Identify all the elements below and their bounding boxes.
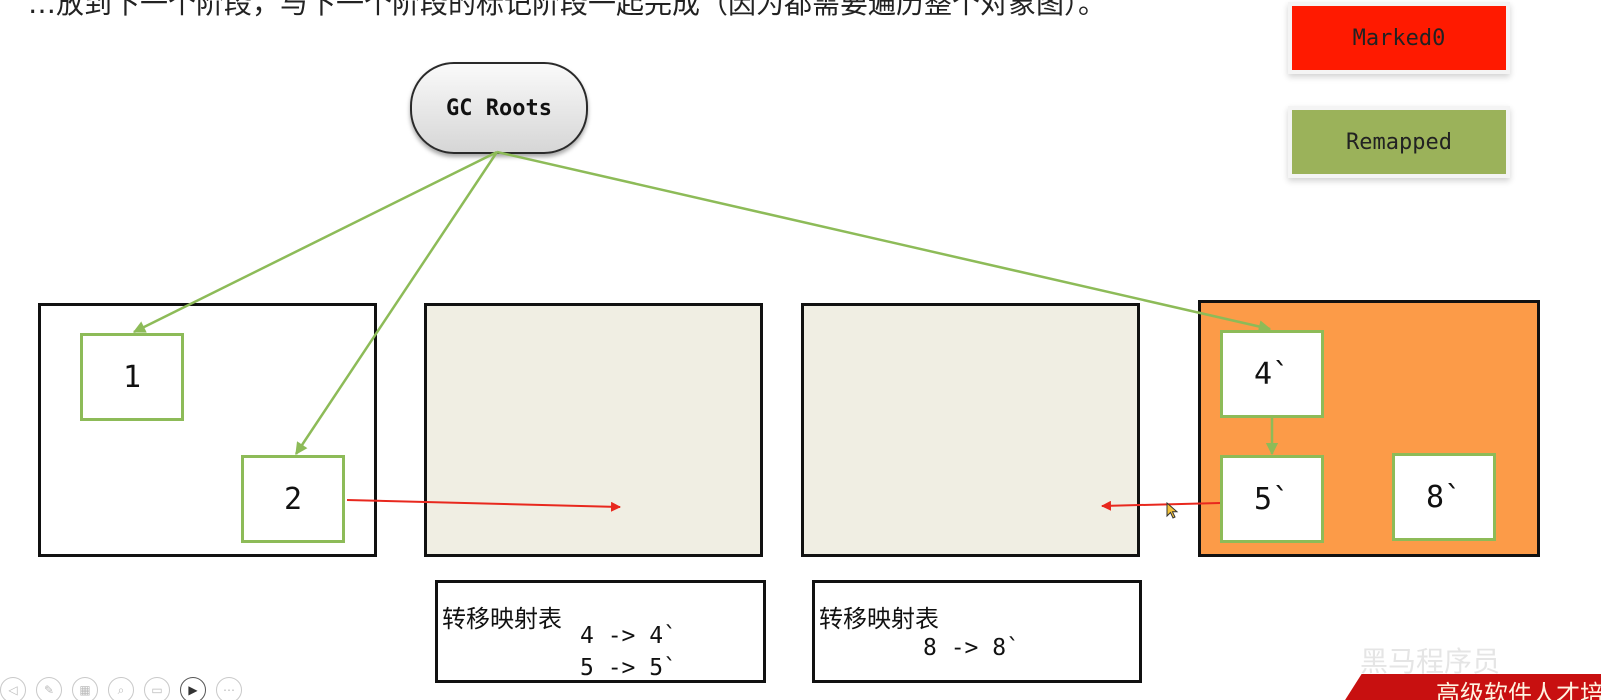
brand-banner-text: 高级软件人才培: [1436, 679, 1601, 700]
object-2-label: 2: [283, 481, 303, 517]
forwarding-table-left: 转移映射表 4 -> 4` 5 -> 5`: [435, 580, 766, 683]
diagram-canvas: …放到下一个阶段，与下一个阶段的标记阶段一起完成（因为都需要遍历整个对象图）。 …: [0, 0, 1601, 700]
presentation-toolbar: ◁ ✎ ▦ ⌕ ▭ ▶ ⋯: [0, 677, 242, 700]
object-5-prime: 5`: [1220, 455, 1324, 543]
object-8-prime: 8`: [1392, 453, 1496, 541]
brand-banner: 高级软件人才培: [1340, 674, 1601, 700]
forwarding-table-right-title: 转移映射表: [819, 605, 939, 633]
forwarding-table-left-row: 4 -> 4`: [580, 623, 677, 649]
forwarding-table-right: 转移映射表 8 -> 8`: [812, 580, 1142, 683]
legend-marked0-label: Marked0: [1352, 25, 1446, 51]
video-icon[interactable]: ▶: [180, 677, 206, 700]
object-4-prime: 4`: [1220, 330, 1324, 418]
zoom-icon[interactable]: ⌕: [108, 677, 134, 700]
save-icon[interactable]: ▦: [72, 677, 98, 700]
object-5-prime-label: 5`: [1253, 481, 1291, 517]
heap-region-2-empty: [424, 303, 763, 557]
gc-roots-node: GC Roots: [410, 62, 588, 154]
forwarding-table-right-row: 8 -> 8`: [923, 635, 1020, 661]
screen-icon[interactable]: ▭: [144, 677, 170, 700]
object-2: 2: [241, 455, 345, 543]
object-1-label: 1: [122, 359, 142, 395]
object-1: 1: [80, 333, 184, 421]
legend-remapped: Remapped: [1292, 110, 1506, 174]
forwarding-table-left-title: 转移映射表: [442, 605, 562, 633]
mouse-cursor-icon: [1166, 502, 1179, 519]
object-4-prime-label: 4`: [1253, 356, 1291, 392]
legend-remapped-label: Remapped: [1346, 129, 1452, 155]
more-icon[interactable]: ⋯: [216, 677, 242, 700]
pen-icon[interactable]: ✎: [36, 677, 62, 700]
gc-roots-label: GC Roots: [446, 95, 552, 121]
clipped-caption: …放到下一个阶段，与下一个阶段的标记阶段一起完成（因为都需要遍历整个对象图）。: [28, 0, 1107, 20]
object-8-prime-label: 8`: [1425, 479, 1463, 515]
heap-region-3-empty: [801, 303, 1140, 557]
legend-marked0: Marked0: [1292, 6, 1506, 70]
arrow-icon[interactable]: ◁: [0, 677, 26, 700]
forwarding-table-left-row: 5 -> 5`: [580, 655, 677, 681]
